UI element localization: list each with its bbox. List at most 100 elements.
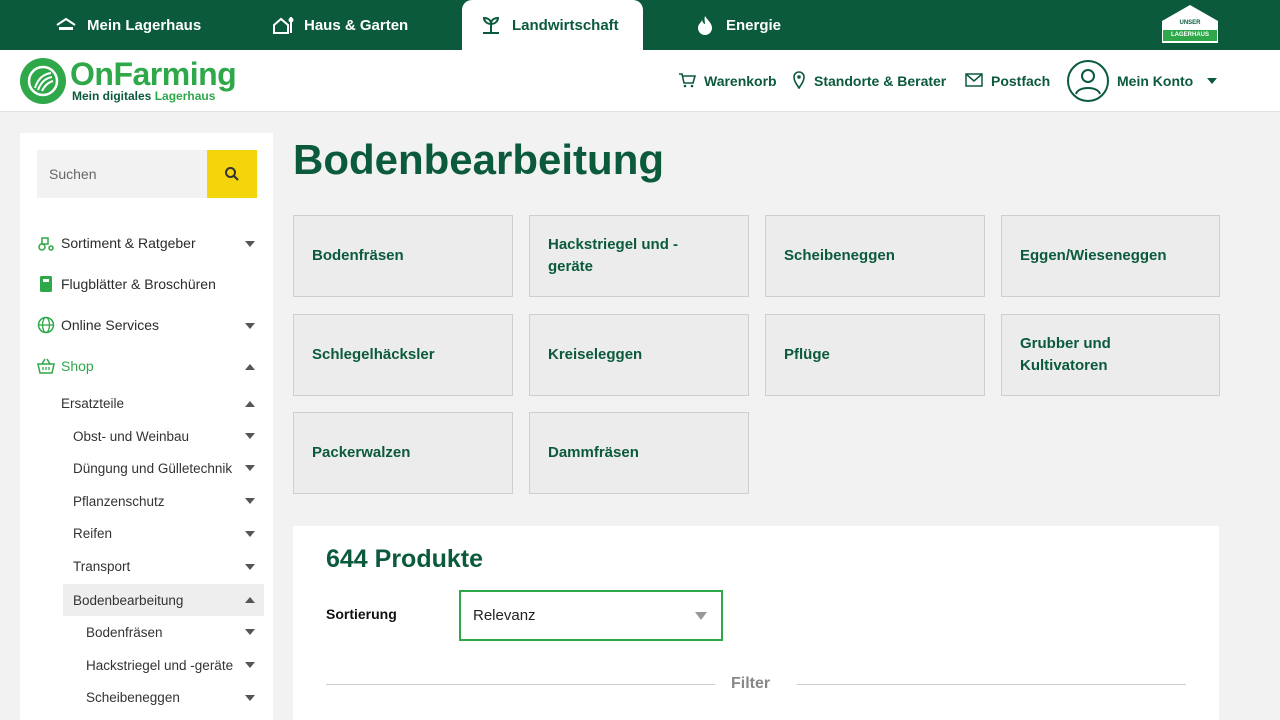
onfarming-logo-icon[interactable] xyxy=(20,58,66,104)
mailbox-label: Postfach xyxy=(991,73,1051,89)
sidebar-item-obst-weinbau[interactable]: Obst- und Weinbau xyxy=(73,424,189,448)
map-pin-icon xyxy=(792,70,806,92)
sidebar-item-label: Ersatzteile xyxy=(61,395,125,411)
account-menu[interactable]: Mein Konto xyxy=(1117,70,1218,92)
topnav-label: Landwirtschaft xyxy=(512,16,619,34)
category-tile-pfluege[interactable]: Pflüge xyxy=(765,314,985,396)
topnav-energie[interactable]: Energie xyxy=(694,0,804,50)
locations-link[interactable]: Standorte & Berater xyxy=(792,70,946,92)
category-tile-eggen[interactable]: Eggen/Wieseneggen xyxy=(1001,215,1220,297)
sidebar-item-label: Scheibeneggen xyxy=(86,689,180,705)
house-garden-icon xyxy=(272,14,294,36)
topnav-label: Mein Lagerhaus xyxy=(87,16,202,34)
user-avatar-icon[interactable] xyxy=(1067,60,1109,102)
lagerhaus-badge[interactable]: UNSER LAGERHAUS xyxy=(1158,3,1222,45)
brochure-icon xyxy=(37,275,55,293)
topnav-mein-lagerhaus[interactable]: Mein Lagerhaus xyxy=(55,0,215,50)
chevron-up-icon[interactable] xyxy=(245,401,255,407)
chevron-down-icon[interactable] xyxy=(245,662,255,668)
product-count: 644 Produkte xyxy=(326,545,484,573)
sidebar-item-reifen[interactable]: Reifen xyxy=(73,521,112,545)
brand-tagline: Mein digitales Lagerhaus xyxy=(72,89,215,103)
sidebar-item-sortiment[interactable]: Sortiment & Ratgeber xyxy=(37,231,196,255)
tile-label-line1: Pflüge xyxy=(784,346,830,363)
sidebar-item-label: Flugblätter & Broschüren xyxy=(61,276,216,292)
topnav-landwirtschaft[interactable]: Landwirtschaft xyxy=(462,0,643,50)
sidebar-item-bodenbearbeitung[interactable]: Bodenbearbeitung xyxy=(73,588,183,612)
topnav-label: Haus & Garten xyxy=(304,16,409,34)
category-tile-scheibeneggen[interactable]: Scheibeneggen xyxy=(765,215,985,297)
tile-label-line1: Bodenfräsen xyxy=(312,247,404,264)
chevron-down-icon[interactable] xyxy=(245,323,255,329)
mailbox-link[interactable]: Postfach xyxy=(965,70,1050,92)
sidebar-item-scheibeneggen[interactable]: Scheibeneggen xyxy=(86,685,180,709)
search-icon xyxy=(225,167,239,181)
chevron-down-icon[interactable] xyxy=(245,465,255,471)
category-tile-schlegelhaecksler[interactable]: Schlegelhäcksler xyxy=(293,314,513,396)
sidebar-item-shop[interactable]: Shop xyxy=(37,354,94,378)
locations-label: Standorte & Berater xyxy=(814,73,947,89)
page-title: Bodenbearbeitung xyxy=(293,136,665,183)
house-icon xyxy=(55,14,77,36)
sidebar-item-ersatzteile[interactable]: Ersatzteile xyxy=(61,391,124,415)
account-label: Mein Konto xyxy=(1117,73,1194,89)
divider xyxy=(326,684,715,685)
sidebar-item-hackstriegel[interactable]: Hackstriegel und -geräte xyxy=(86,653,233,677)
chevron-down-icon[interactable] xyxy=(245,498,255,504)
tile-label-line1: Dammfräsen xyxy=(548,444,639,461)
sidebar-item-online-services[interactable]: Online Services xyxy=(37,313,159,337)
chevron-down-icon[interactable] xyxy=(245,433,255,439)
globe-icon xyxy=(37,316,55,334)
sidebar-item-bodenfraesen[interactable]: Bodenfräsen xyxy=(86,620,163,644)
sidebar-item-label: Obst- und Weinbau xyxy=(73,428,190,444)
category-tile-dammfraesen[interactable]: Dammfräsen xyxy=(529,412,749,494)
tile-label-line1: Hackstriegel und - xyxy=(548,236,679,253)
sidebar-item-pflanzenschutz[interactable]: Pflanzenschutz xyxy=(73,489,165,513)
tile-label-line1: Kreiseleggen xyxy=(548,346,643,363)
topnav-label: Energie xyxy=(726,16,782,34)
badge-text-top: UNSER xyxy=(1179,20,1201,26)
cart-link[interactable]: Warenkorb xyxy=(678,70,777,92)
chevron-down-icon xyxy=(1207,78,1218,84)
category-tile-hackstriegel[interactable]: Hackstriegel und - geräte xyxy=(529,215,749,297)
category-tile-bodenfraesen[interactable]: Bodenfräsen xyxy=(293,215,513,297)
tagline-highlight: Lagerhaus xyxy=(154,89,216,103)
search-button[interactable] xyxy=(207,150,257,198)
envelope-icon xyxy=(965,72,983,90)
tractor-icon xyxy=(37,234,55,252)
sidebar-item-label: Online Services xyxy=(61,317,160,333)
sidebar-item-label: Bodenbearbeitung xyxy=(73,592,184,608)
flame-icon xyxy=(694,14,716,36)
sidebar-item-label: Bodenfräsen xyxy=(86,624,163,640)
chevron-down-icon[interactable] xyxy=(245,629,255,635)
category-tile-packerwalzen[interactable]: Packerwalzen xyxy=(293,412,513,494)
chevron-down-icon[interactable] xyxy=(245,695,255,701)
sidebar-item-flugblaetter[interactable]: Flugblätter & Broschüren xyxy=(37,272,216,296)
sidebar-item-label: Sortiment & Ratgeber xyxy=(61,235,196,251)
sidebar-item-label: Reifen xyxy=(73,525,113,541)
chevron-down-icon xyxy=(695,612,707,620)
chevron-up-icon[interactable] xyxy=(245,597,255,603)
chevron-down-icon[interactable] xyxy=(245,241,255,247)
chevron-up-icon[interactable] xyxy=(245,364,255,370)
category-tile-grubber[interactable]: Grubber und Kultivatoren xyxy=(1001,314,1220,396)
search-input[interactable] xyxy=(37,150,207,198)
tile-label-line1: Grubber und xyxy=(1020,335,1111,352)
sort-label: Sortierung xyxy=(326,606,397,622)
sort-select[interactable]: Relevanz xyxy=(459,590,723,641)
topnav-haus-garten[interactable]: Haus & Garten xyxy=(272,0,422,50)
tile-label-line1: Scheibeneggen xyxy=(784,247,895,264)
chevron-down-icon[interactable] xyxy=(245,531,255,537)
cart-label: Warenkorb xyxy=(704,73,777,89)
sidebar-item-label: Düngung und Gülletechnik xyxy=(73,460,233,476)
filter-heading[interactable]: Filter xyxy=(731,675,770,693)
tile-label-line2: Kultivatoren xyxy=(1020,357,1108,374)
sidebar-item-transport[interactable]: Transport xyxy=(73,554,130,578)
tile-label-line1: Schlegelhäcksler xyxy=(312,346,435,363)
sidebar-item-duengung[interactable]: Düngung und Gülletechnik xyxy=(73,456,232,480)
category-tile-kreiseleggen[interactable]: Kreiseleggen xyxy=(529,314,749,396)
tile-label-line2: geräte xyxy=(548,258,594,275)
chevron-down-icon[interactable] xyxy=(245,564,255,570)
brand-name[interactable]: OnFarming xyxy=(70,56,237,92)
sort-value: Relevanz xyxy=(473,607,536,624)
